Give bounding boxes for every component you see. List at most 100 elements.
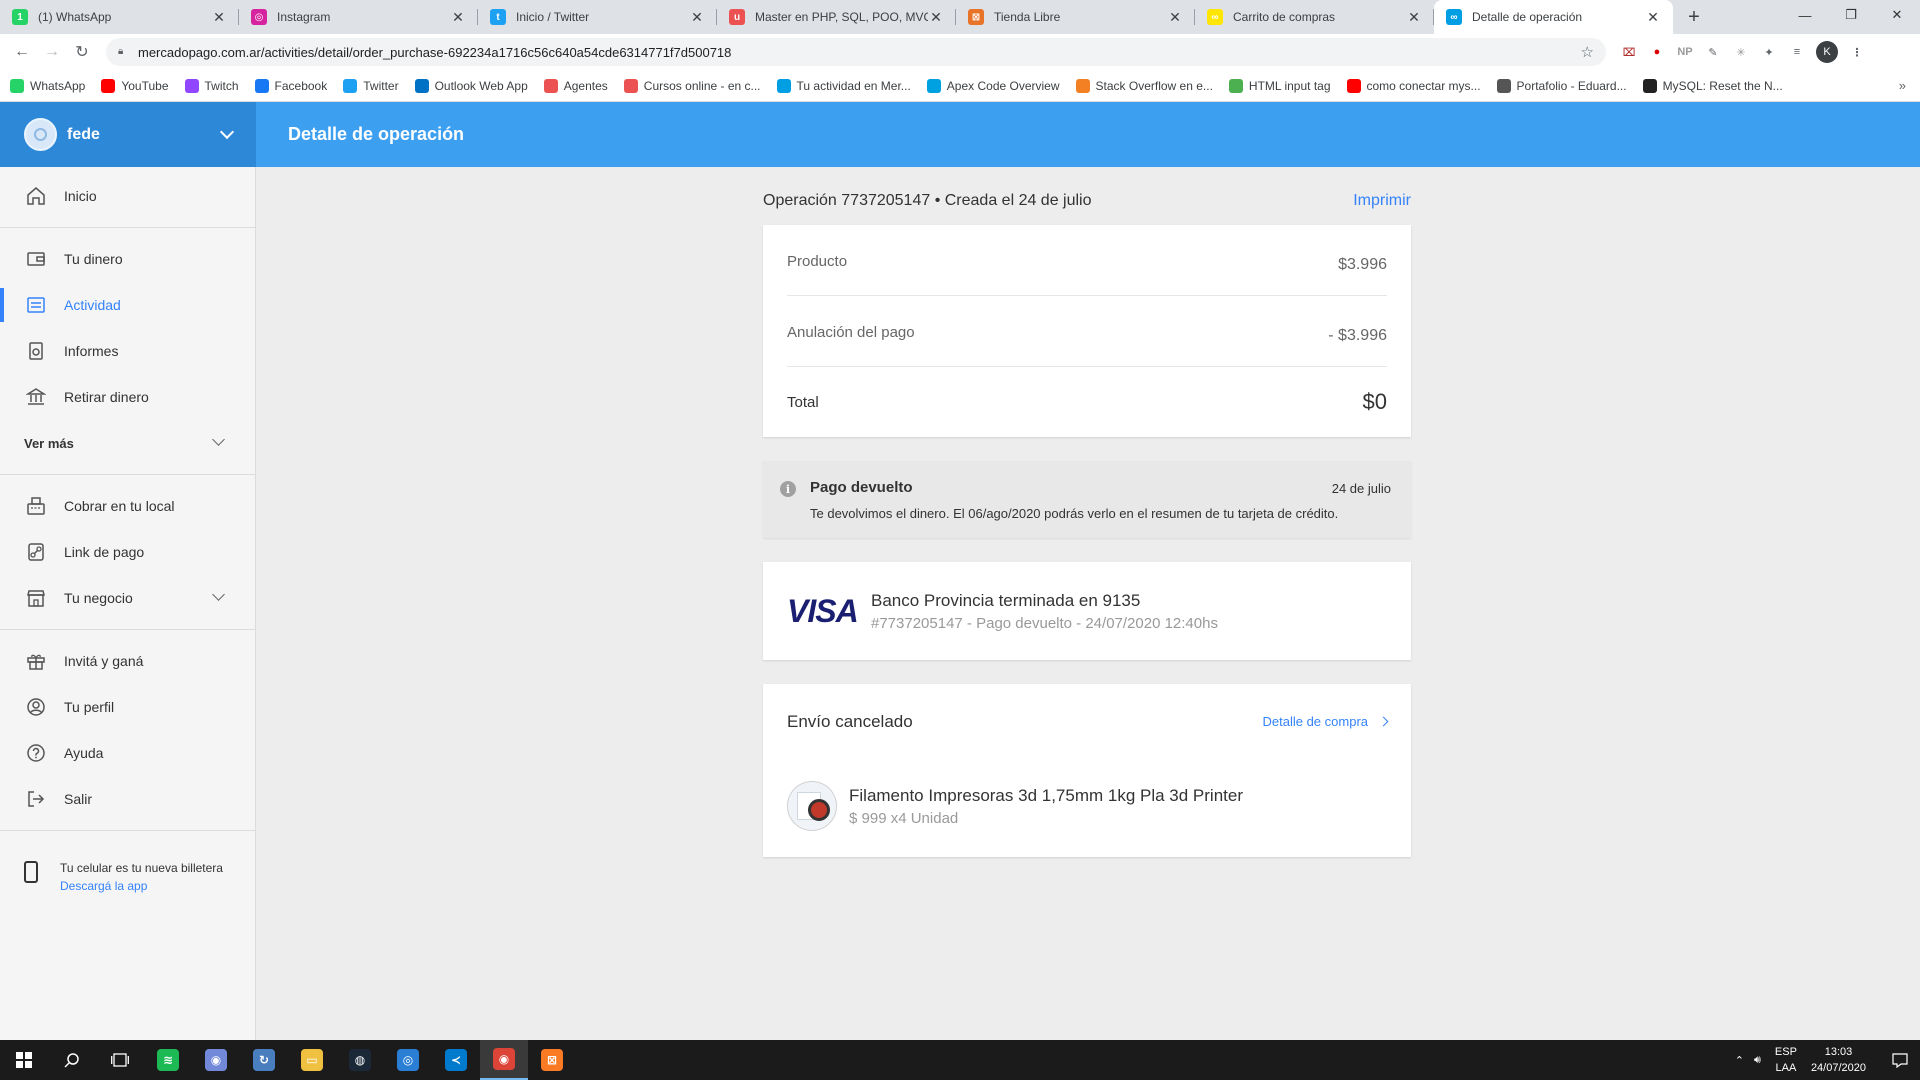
task-view-icon[interactable] <box>96 1040 144 1080</box>
bookmark-item[interactable]: WhatsApp <box>10 78 86 93</box>
bookmark-item[interactable]: Twitch <box>184 78 239 93</box>
close-tab-icon[interactable]: ✕ <box>928 9 944 25</box>
search-icon[interactable] <box>48 1040 96 1080</box>
sidebar-item-logout[interactable]: Salir <box>0 776 255 822</box>
bookmark-item[interactable]: Apex Code Overview <box>926 78 1060 93</box>
browser-tab-strip: 1 (1) WhatsApp ✕ ◎ Instagram ✕ t Inicio / Twitt… <box>0 0 1920 34</box>
sidebar-item-reports[interactable]: Informes <box>0 328 255 374</box>
browser-tab[interactable]: ⊠ Tienda Libre ✕ <box>956 0 1195 34</box>
close-tab-icon[interactable]: ✕ <box>211 9 227 25</box>
sidebar-item-wallet[interactable]: Tu dinero <box>0 236 255 282</box>
close-tab-icon[interactable]: ✕ <box>1406 9 1422 25</box>
outlook-icon <box>414 78 429 93</box>
sidebar-item-gift[interactable]: Invitá y ganá <box>0 638 255 684</box>
maximize-button[interactable]: ❐ <box>1828 0 1874 30</box>
more-bookmarks-icon[interactable]: » <box>1899 78 1906 93</box>
forward-button[interactable]: → <box>38 38 66 66</box>
windows-start-icon[interactable] <box>0 1040 48 1080</box>
close-tab-icon[interactable]: ✕ <box>689 9 705 25</box>
sidebar-item-home[interactable]: Inicio <box>0 173 255 219</box>
refund-notice: i Pago devuelto 24 de julio Te devolvimo… <box>763 461 1411 538</box>
taskbar-app[interactable]: ▭ <box>288 1040 336 1080</box>
notice-body: Te devolvimos el dinero. El 06/ago/2020 … <box>810 506 1339 521</box>
taskbar-app[interactable]: ◉ <box>192 1040 240 1080</box>
sparkle-extension-icon[interactable]: ✳ <box>1732 43 1750 61</box>
ver-mas-toggle[interactable]: Ver más <box>0 420 255 466</box>
notifications-icon[interactable] <box>1880 1040 1920 1080</box>
bookmark-star-icon[interactable]: ☆ <box>1581 43 1594 61</box>
bookmark-label: Apex Code Overview <box>946 78 1060 93</box>
close-window-button[interactable]: ✕ <box>1874 0 1920 30</box>
download-app-link[interactable]: Descargá la app <box>60 877 223 895</box>
bookmark-label: Agentes <box>563 78 608 93</box>
taskbar-app[interactable]: ≋ <box>144 1040 192 1080</box>
bookmark-item[interactable]: Portafolio - Eduard... <box>1496 78 1627 93</box>
sidebar-item-payment-link[interactable]: Link de pago <box>0 529 255 575</box>
bookmark-item[interactable]: Agentes <box>543 78 608 93</box>
puzzle-extensions-icon[interactable]: ✦ <box>1760 43 1778 61</box>
sidebar-item-pos-register[interactable]: Cobrar en tu local <box>0 483 255 529</box>
browser-tab[interactable]: ∞ Carrito de compras ✕ <box>1195 0 1434 34</box>
clock-date: 24/07/2020 <box>1810 1062 1866 1074</box>
taskbar-app[interactable]: ≺ <box>432 1040 480 1080</box>
taskbar-app[interactable]: ◍ <box>336 1040 384 1080</box>
sidebar-item-activity-list[interactable]: Actividad <box>0 282 255 328</box>
tab-title: Carrito de compras <box>1233 10 1336 24</box>
taskbar-app[interactable]: ↻ <box>240 1040 288 1080</box>
chevron-down-icon <box>219 124 235 140</box>
browser-tab[interactable]: 1 (1) WhatsApp ✕ <box>0 0 239 34</box>
user-menu[interactable]: fede <box>0 102 256 167</box>
w3schools-icon <box>1228 78 1243 93</box>
reload-button[interactable]: ↻ <box>68 38 96 66</box>
bookmark-item[interactable]: HTML input tag <box>1228 78 1331 93</box>
picker-extension-icon[interactable]: ✎ <box>1704 43 1722 61</box>
browser-tab[interactable]: t Inicio / Twitter ✕ <box>478 0 717 34</box>
sidebar-item-profile[interactable]: Tu perfil <box>0 684 255 730</box>
language-indicator[interactable]: ESP LAA <box>1775 1044 1797 1076</box>
np-extension-icon[interactable]: NP <box>1676 43 1694 61</box>
bookmark-item[interactable]: YouTube <box>101 78 169 93</box>
chevron-down-icon <box>212 433 225 446</box>
bookmark-item[interactable]: Facebook <box>254 78 327 93</box>
purchased-item[interactable]: Filamento Impresoras 3d 1,75mm 1kg Pla 3… <box>787 781 1387 831</box>
sidebar-item-label: Invitá y ganá <box>64 653 144 669</box>
divider <box>0 227 255 228</box>
taskbar-app[interactable]: ◉ <box>480 1040 528 1080</box>
bookmark-item[interactable]: como conectar mys... <box>1346 78 1481 93</box>
new-tab-button[interactable]: + <box>1679 0 1709 34</box>
sidebar-item-store[interactable]: Tu negocio <box>0 575 255 621</box>
close-tab-icon[interactable]: ✕ <box>1167 9 1183 25</box>
chevron-up-icon[interactable]: ⌃ <box>1735 1054 1744 1067</box>
sidebar-item-bank[interactable]: Retirar dinero <box>0 374 255 420</box>
bookmark-item[interactable]: Tu actividad en Mer... <box>776 78 911 93</box>
pdf-extension-icon[interactable]: ⌧ <box>1620 43 1638 61</box>
address-bar[interactable]: 🔒︎ mercadopago.com.ar/activities/detail/… <box>106 38 1606 66</box>
browser-tab[interactable]: ∞ Detalle de operación ✕ <box>1434 0 1673 34</box>
sidebar-item-help[interactable]: Ayuda <box>0 730 255 776</box>
back-button[interactable]: ← <box>8 38 36 66</box>
minimize-button[interactable]: — <box>1782 0 1828 30</box>
browser-tab[interactable]: ◎ Instagram ✕ <box>239 0 478 34</box>
chevron-right-icon <box>1378 716 1389 727</box>
browser-menu-icon[interactable]: ⋮ <box>1848 43 1866 61</box>
volume-icon[interactable]: 🔊︎ <box>1754 1054 1761 1067</box>
close-tab-icon[interactable]: ✕ <box>1645 9 1661 25</box>
purchase-detail-link[interactable]: Detalle de compra <box>1263 714 1389 729</box>
adblock-extension-icon[interactable]: ● <box>1648 43 1666 61</box>
bookmark-item[interactable]: Cursos online - en c... <box>623 78 761 93</box>
print-link[interactable]: Imprimir <box>1353 192 1411 210</box>
bookmark-item[interactable]: Twitter <box>343 78 399 93</box>
taskbar-app[interactable]: ⊠ <box>528 1040 576 1080</box>
browser-tab[interactable]: u Master en PHP, SQL, POO, MVC, ✕ <box>717 0 956 34</box>
twitter-icon: t <box>490 9 506 25</box>
clock[interactable]: 13:03 24/07/2020 <box>1811 1044 1866 1076</box>
bookmark-item[interactable]: Stack Overflow en e... <box>1075 78 1213 93</box>
media-control-icon[interactable]: ≡ <box>1788 43 1806 61</box>
visa-logo-icon: VISA <box>787 592 859 629</box>
bookmark-label: WhatsApp <box>30 78 86 93</box>
close-tab-icon[interactable]: ✕ <box>450 9 466 25</box>
taskbar-app[interactable]: ◎ <box>384 1040 432 1080</box>
bookmark-item[interactable]: MySQL: Reset the N... <box>1642 78 1783 93</box>
bookmark-item[interactable]: Outlook Web App <box>414 78 528 93</box>
profile-avatar[interactable]: K <box>1816 41 1838 63</box>
